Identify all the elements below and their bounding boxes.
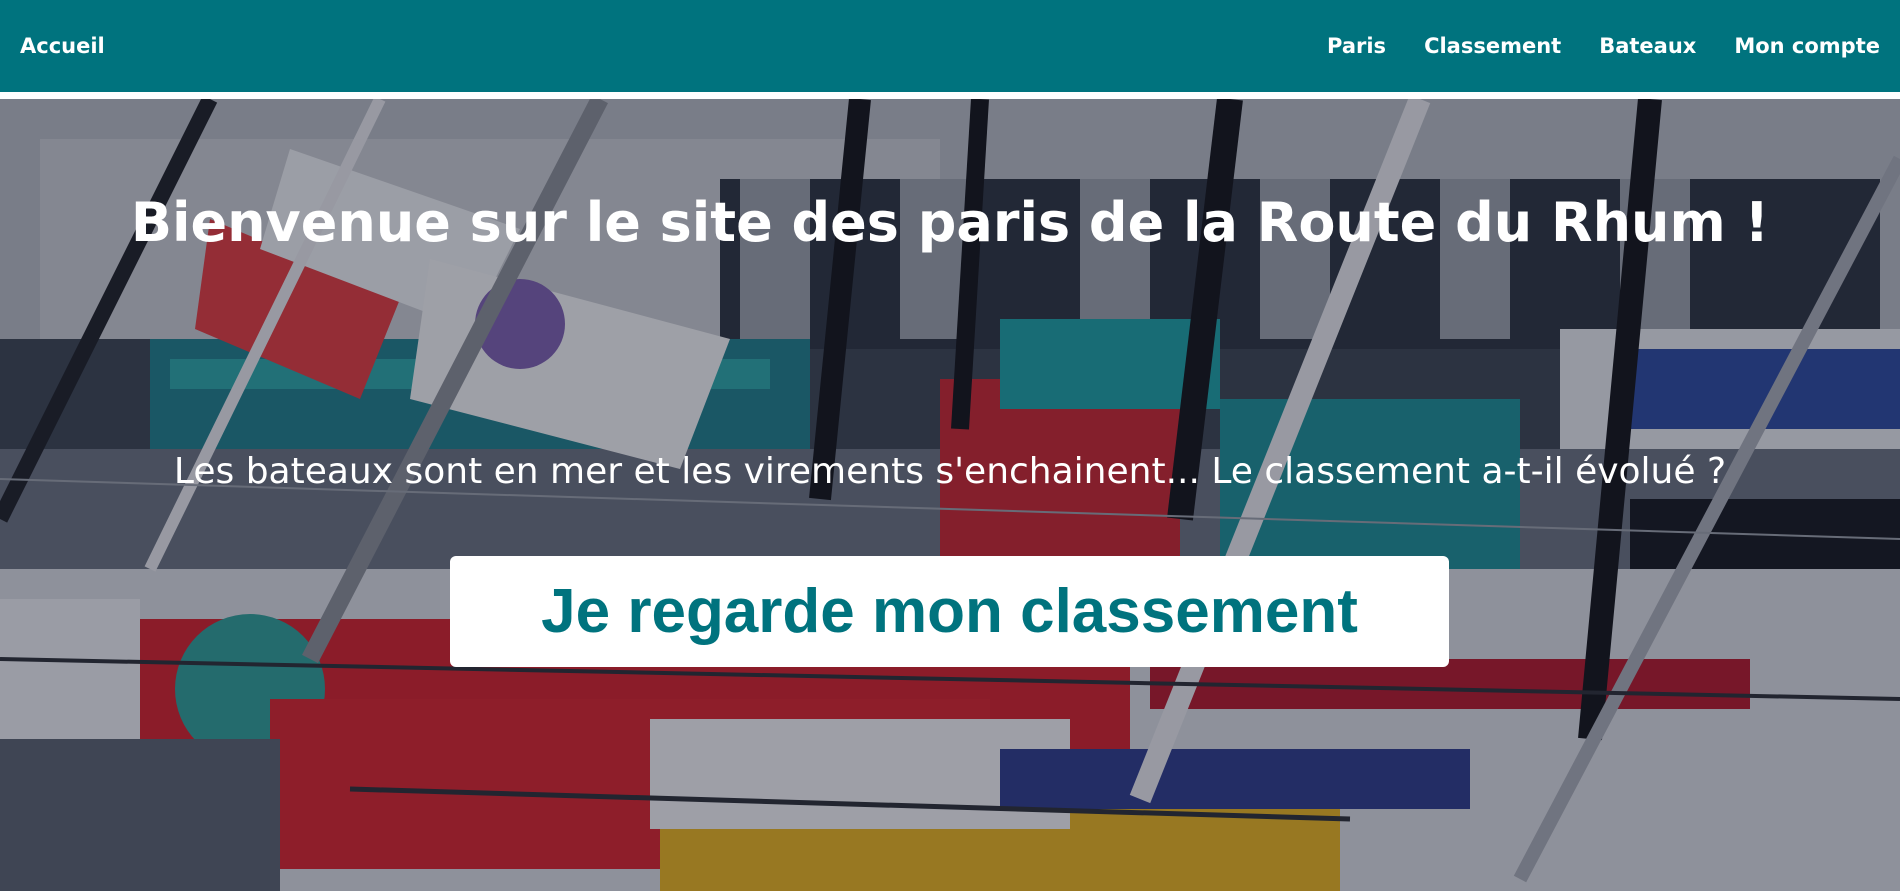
nav-link-paris[interactable]: Paris <box>1327 34 1386 58</box>
nav-link-classement[interactable]: Classement <box>1424 34 1561 58</box>
hero-title: Bienvenue sur le site des paris de la Ro… <box>130 191 1770 254</box>
navbar-left: Accueil <box>20 34 105 58</box>
view-ranking-button[interactable]: Je regarde mon classement <box>450 556 1449 667</box>
nav-link-bateaux[interactable]: Bateaux <box>1599 34 1696 58</box>
nav-link-mon-compte[interactable]: Mon compte <box>1734 34 1880 58</box>
hero-section: Bienvenue sur le site des paris de la Ro… <box>0 99 1900 891</box>
nav-link-home[interactable]: Accueil <box>20 34 105 58</box>
navbar-right: Paris Classement Bateaux Mon compte <box>1327 34 1880 58</box>
navbar: Accueil Paris Classement Bateaux Mon com… <box>0 0 1900 92</box>
hero-subtitle: Les bateaux sont en mer et les virements… <box>173 451 1727 492</box>
